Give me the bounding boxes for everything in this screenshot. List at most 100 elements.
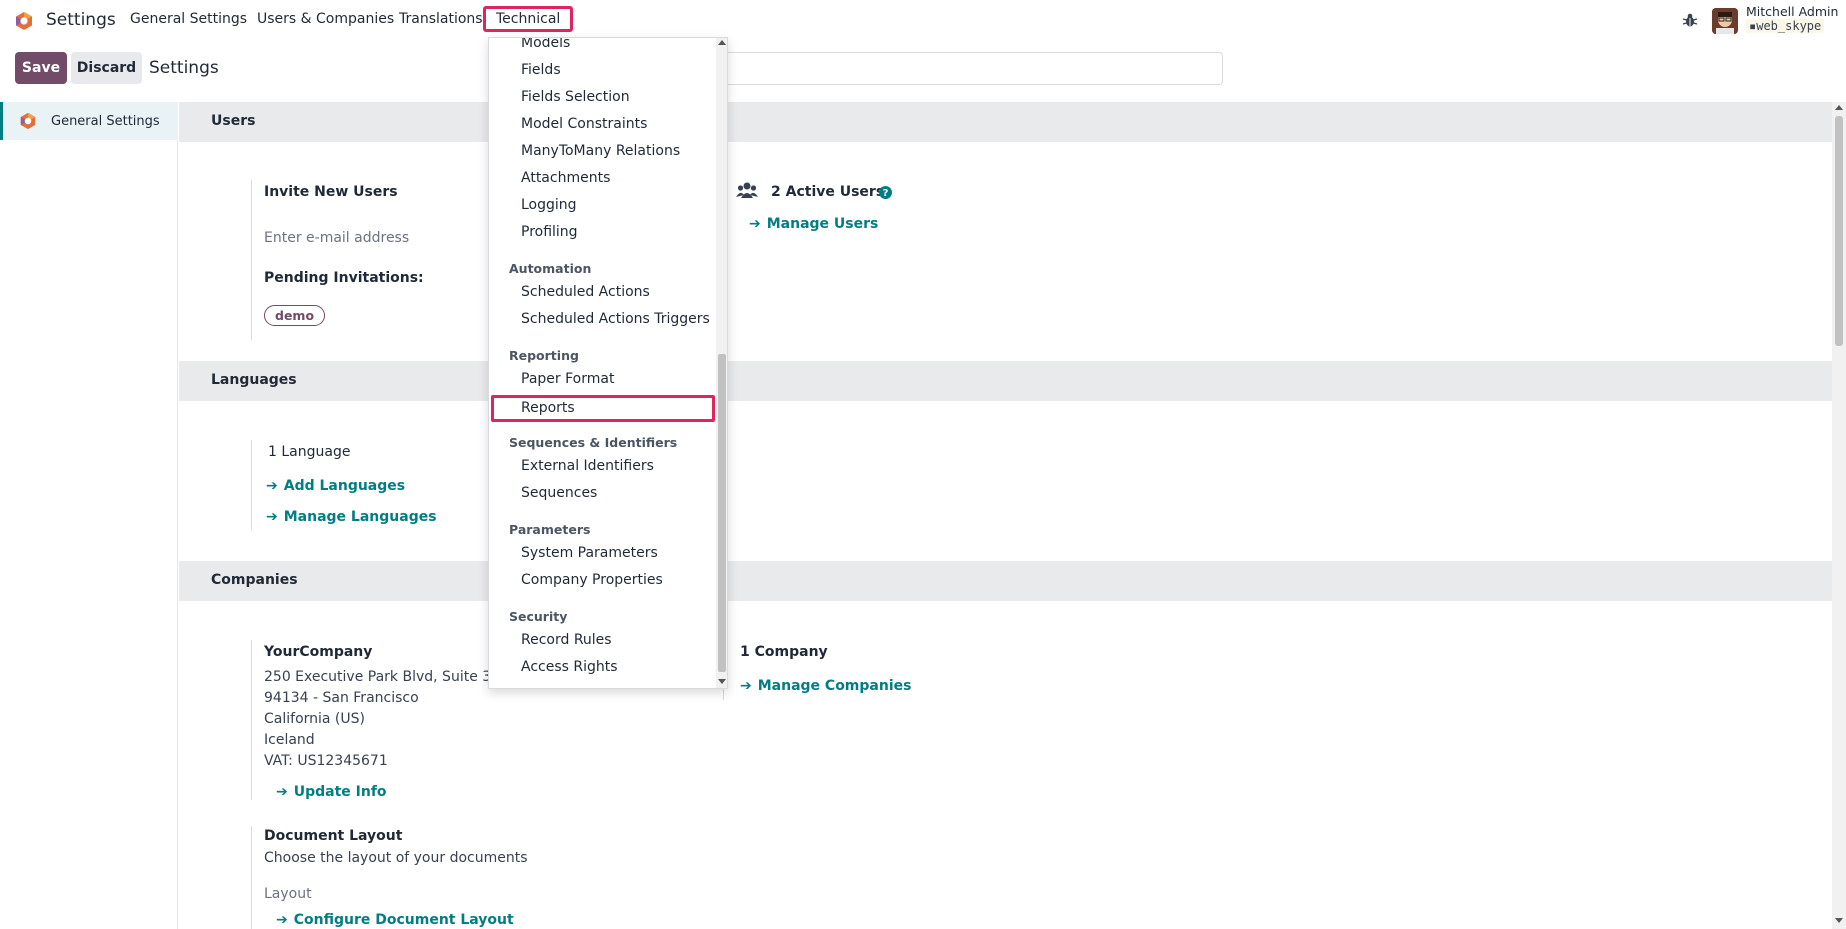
menu-header-sequences-identifiers: Sequences & Identifiers bbox=[509, 435, 678, 450]
menu-item-paper-format[interactable]: Paper Format bbox=[521, 371, 614, 387]
odoo-module-icon bbox=[20, 112, 36, 130]
settings-search-input[interactable] bbox=[700, 52, 1223, 85]
scroll-up-arrow-icon[interactable] bbox=[1835, 105, 1843, 110]
pending-invitation-tag[interactable]: demo bbox=[264, 305, 326, 326]
arrow-right-icon: ➔ bbox=[740, 678, 752, 694]
technical-dropdown-menu: Models Fields Fields Selection Model Con… bbox=[488, 37, 728, 689]
database-name: ▪web_skype bbox=[1746, 19, 1825, 33]
menu-item-scheduled-actions[interactable]: Scheduled Actions bbox=[521, 284, 650, 300]
manage-companies-link[interactable]: ➔ Manage Companies bbox=[740, 678, 911, 694]
dropdown-scroll-thumb[interactable] bbox=[718, 354, 726, 672]
company-address-line: California (US) bbox=[264, 711, 365, 727]
svg-text:?: ? bbox=[883, 188, 889, 199]
section-header-languages: Languages bbox=[179, 361, 1832, 401]
languages-box bbox=[251, 440, 252, 530]
sidebar-item-label: General Settings bbox=[51, 113, 160, 129]
discard-button[interactable]: Discard bbox=[71, 52, 142, 84]
arrow-right-icon: ➔ bbox=[276, 912, 288, 928]
layout-label: Layout bbox=[264, 886, 312, 902]
manage-users-label: Manage Users bbox=[766, 216, 879, 232]
section-title: Languages bbox=[211, 372, 297, 388]
settings-main: Users Invite New Users Enter e-mail addr… bbox=[179, 102, 1832, 929]
invite-users-label: Invite New Users bbox=[264, 184, 398, 200]
section-header-users: Users bbox=[179, 102, 1832, 142]
top-navbar: Settings General Settings Users & Compan… bbox=[0, 0, 1846, 42]
menu-item-logging[interactable]: Logging bbox=[521, 197, 577, 213]
document-layout-box bbox=[251, 826, 252, 929]
users-icon bbox=[736, 182, 758, 198]
company-address-line: 94134 - San Francisco bbox=[264, 690, 419, 706]
manage-users-link[interactable]: ➔ Manage Users bbox=[749, 216, 878, 232]
database-label: web_skype bbox=[1756, 19, 1822, 33]
company-vat: VAT: US12345671 bbox=[264, 753, 388, 769]
scroll-up-arrow-icon[interactable] bbox=[718, 40, 726, 45]
document-layout-title: Document Layout bbox=[264, 828, 403, 844]
menu-item-system-parameters[interactable]: System Parameters bbox=[521, 545, 658, 561]
menu-item-models[interactable]: Models bbox=[521, 38, 570, 51]
section-title: Users bbox=[211, 113, 256, 129]
manage-languages-link[interactable]: ➔ Manage Languages bbox=[266, 509, 437, 525]
menu-item-external-identifiers[interactable]: External Identifiers bbox=[521, 458, 654, 474]
invite-users-box bbox=[251, 180, 252, 340]
company-address-line: Iceland bbox=[264, 732, 315, 748]
language-count: 1 Language bbox=[268, 444, 351, 460]
menu-header-automation: Automation bbox=[509, 261, 592, 276]
menu-item-fields[interactable]: Fields bbox=[521, 62, 561, 78]
arrow-right-icon: ➔ bbox=[266, 478, 278, 494]
app-name[interactable]: Settings bbox=[46, 10, 116, 30]
arrow-right-icon: ➔ bbox=[749, 216, 761, 232]
settings-sidebar: General Settings bbox=[0, 102, 178, 929]
active-users-count: 2 Active Users bbox=[771, 184, 885, 200]
bug-icon[interactable] bbox=[1682, 12, 1698, 28]
menu-technical[interactable]: Technical bbox=[483, 6, 574, 32]
menu-item-access-rights[interactable]: Access Rights bbox=[521, 659, 618, 675]
sidebar-item-general-settings[interactable]: General Settings bbox=[0, 102, 178, 140]
menu-item-many2many-relations[interactable]: ManyToMany Relations bbox=[521, 143, 680, 159]
user-avatar[interactable] bbox=[1712, 8, 1738, 34]
menu-item-scheduled-actions-triggers[interactable]: Scheduled Actions Triggers bbox=[521, 311, 710, 327]
page-scroll-thumb[interactable] bbox=[1835, 116, 1843, 346]
menu-item-record-rules[interactable]: Record Rules bbox=[521, 632, 612, 648]
menu-item-company-properties[interactable]: Company Properties bbox=[521, 572, 663, 588]
company-name: YourCompany bbox=[264, 644, 373, 660]
menu-header-security: Security bbox=[509, 609, 568, 624]
odoo-logo-icon[interactable] bbox=[14, 11, 34, 31]
menu-item-attachments[interactable]: Attachments bbox=[521, 170, 610, 186]
pending-invitations-label: Pending Invitations: bbox=[264, 270, 424, 286]
help-icon[interactable]: ? bbox=[879, 186, 892, 199]
add-languages-link[interactable]: ➔ Add Languages bbox=[266, 478, 405, 494]
save-button[interactable]: Save bbox=[15, 52, 67, 84]
menu-general-settings[interactable]: General Settings bbox=[130, 11, 247, 27]
scroll-down-arrow-icon[interactable] bbox=[718, 679, 726, 684]
update-info-link[interactable]: ➔ Update Info bbox=[276, 784, 387, 800]
arrow-right-icon: ➔ bbox=[276, 784, 288, 800]
add-languages-label: Add Languages bbox=[283, 478, 406, 494]
scroll-down-arrow-icon[interactable] bbox=[1835, 918, 1843, 923]
company-count: 1 Company bbox=[740, 644, 828, 660]
user-name[interactable]: Mitchell Admin bbox=[1746, 4, 1838, 19]
manage-companies-label: Manage Companies bbox=[757, 678, 912, 694]
page-scrollbar[interactable] bbox=[1832, 102, 1846, 929]
page-title: Settings bbox=[149, 58, 219, 78]
menu-users-companies[interactable]: Users & Companies bbox=[257, 11, 394, 27]
menu-item-sequences[interactable]: Sequences bbox=[521, 485, 597, 501]
document-layout-desc: Choose the layout of your documents bbox=[264, 850, 528, 866]
arrow-right-icon: ➔ bbox=[266, 509, 278, 525]
menu-item-model-constraints[interactable]: Model Constraints bbox=[521, 116, 647, 132]
menu-header-reporting: Reporting bbox=[509, 348, 579, 363]
menu-translations[interactable]: Translations bbox=[399, 11, 483, 27]
section-title: Companies bbox=[211, 572, 298, 588]
configure-document-layout-link[interactable]: ➔ Configure Document Layout bbox=[276, 912, 514, 928]
dropdown-scrollbar[interactable] bbox=[716, 38, 727, 688]
manage-languages-label: Manage Languages bbox=[283, 509, 437, 525]
menu-item-fields-selection[interactable]: Fields Selection bbox=[521, 89, 630, 105]
section-header-companies: Companies bbox=[179, 561, 1832, 601]
company-address-line: 250 Executive Park Blvd, Suite 3400 bbox=[264, 669, 518, 685]
company-info-box bbox=[251, 640, 252, 800]
email-input[interactable]: Enter e-mail address bbox=[264, 230, 409, 246]
menu-item-profiling[interactable]: Profiling bbox=[521, 224, 578, 240]
menu-header-parameters: Parameters bbox=[509, 522, 591, 537]
menu-item-reports[interactable]: Reports bbox=[491, 395, 715, 422]
configure-layout-label: Configure Document Layout bbox=[293, 912, 514, 928]
update-info-label: Update Info bbox=[293, 784, 387, 800]
